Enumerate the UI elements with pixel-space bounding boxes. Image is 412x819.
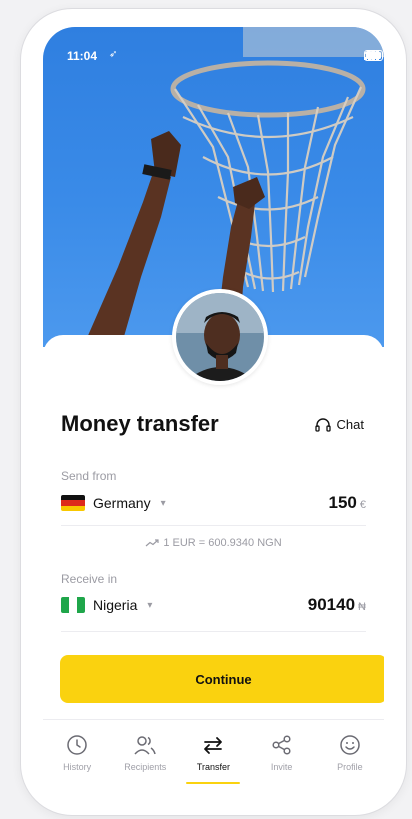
avatar-photo	[176, 293, 264, 381]
germany-flag-icon	[61, 495, 85, 511]
tab-label: Profile	[337, 762, 363, 772]
chat-label: Chat	[336, 417, 364, 432]
chat-button[interactable]: Chat	[314, 417, 364, 432]
exchange-rate-text: 1 EUR = 600.9340 NGN	[163, 537, 282, 549]
nigeria-flag-icon	[61, 597, 85, 613]
receive-country-select[interactable]: Nigeria ▾	[61, 597, 152, 613]
battery-icon	[364, 50, 384, 61]
phone-frame: 11:04 ➶ Money transfer Chat Send from Ge…	[20, 8, 407, 816]
send-amount-value: 150	[328, 493, 357, 512]
status-time: 11:04	[67, 49, 98, 63]
send-row: Germany ▾ 150 €	[61, 493, 366, 513]
receive-in-label: Receive in	[61, 572, 118, 586]
status-bar: 11:04 ➶	[43, 27, 384, 71]
tab-bar: History Recipients Transfer Invite Profi…	[43, 719, 384, 799]
tab-label: Invite	[270, 762, 293, 772]
smiley-icon	[340, 735, 360, 755]
send-country-select[interactable]: Germany ▾	[61, 495, 166, 511]
headset-icon	[314, 417, 331, 432]
receive-amount-field[interactable]: 90140 ₦	[308, 595, 366, 615]
receive-amount-value: 90140	[307, 595, 356, 614]
location-arrow-icon: ➶	[109, 49, 118, 60]
continue-button[interactable]: Continue	[60, 655, 384, 703]
share-icon	[272, 735, 291, 755]
tab-label: Recipients	[124, 762, 167, 772]
chevron-down-icon: ▾	[160, 497, 166, 509]
send-from-label: Send from	[61, 469, 117, 483]
page-title: Money transfer	[61, 411, 219, 436]
receive-country-name: Nigeria	[93, 597, 138, 613]
send-country-name: Germany	[93, 495, 151, 511]
avatar[interactable]	[172, 289, 268, 385]
tab-label: History	[63, 762, 92, 772]
tab-recipients[interactable]: Recipients	[111, 720, 179, 799]
exchange-rate: 1 EUR = 600.9340 NGN	[43, 537, 384, 549]
divider	[61, 525, 366, 526]
users-icon	[134, 736, 157, 755]
active-tab-indicator	[186, 782, 241, 784]
transfer-arrows-icon	[204, 737, 223, 754]
send-amount-field[interactable]: 150 €	[329, 493, 367, 513]
tab-profile[interactable]: Profile	[316, 720, 384, 799]
receive-row: Nigeria ▾ 90140 ₦	[61, 595, 366, 615]
clock-icon	[67, 735, 87, 755]
tab-history[interactable]: History	[43, 720, 111, 799]
divider	[61, 631, 366, 632]
tab-invite[interactable]: Invite	[248, 720, 316, 799]
app-screen: 11:04 ➶ Money transfer Chat Send from Ge…	[43, 27, 384, 799]
tab-transfer[interactable]: Transfer	[179, 720, 247, 799]
send-currency: €	[359, 499, 366, 511]
trend-up-icon	[145, 539, 159, 547]
chevron-down-icon: ▾	[147, 599, 153, 611]
tab-label: Transfer	[196, 762, 231, 772]
receive-currency: ₦	[358, 601, 366, 613]
